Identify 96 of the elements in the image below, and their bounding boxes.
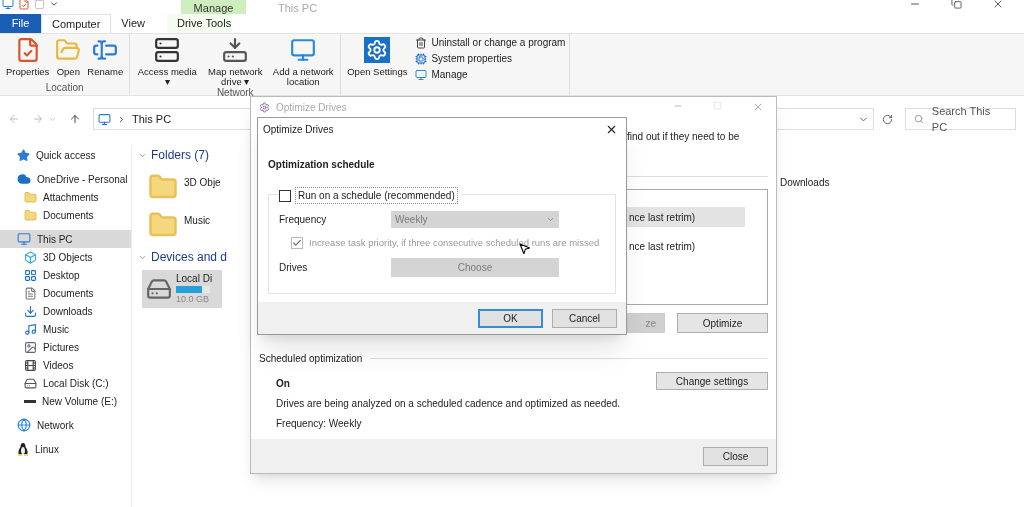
document-icon: [24, 286, 37, 300]
section-heading: Devices and d: [151, 249, 228, 266]
back-icon[interactable]: [8, 113, 20, 125]
nav-item[interactable]: Documents: [0, 284, 131, 302]
ribbon-button[interactable]: Map network drive ▾: [202, 37, 269, 87]
ribbon-button[interactable]: Open: [53, 37, 84, 77]
nav-item[interactable]: This PC: [0, 230, 131, 248]
video-icon: [24, 358, 37, 372]
nav-item[interactable]: Pictures: [0, 338, 131, 356]
group-label: Location: [44, 82, 85, 95]
picture-icon: [24, 340, 37, 354]
section-heading: Folders (7): [151, 147, 209, 164]
schedule-state: On: [276, 377, 291, 391]
field-label: Frequency: [279, 213, 328, 227]
dialog-title: Optimize Drives: [263, 123, 334, 137]
up-icon[interactable]: [69, 113, 81, 125]
schedule-frequency: Frequency: Weekly: [276, 417, 363, 431]
nav-item[interactable]: Quick access: [0, 146, 131, 164]
search-icon: [914, 114, 924, 124]
drive-name: Local Di: [176, 272, 213, 287]
dialog-button[interactable]: Cancel: [552, 308, 617, 328]
section-heading: Optimization schedule: [268, 158, 376, 172]
schedule-description: Drives are being analyzed on a scheduled cadence and optimized as needed.: [276, 397, 622, 411]
field-label: Drives: [279, 261, 309, 276]
window-title: Optimize Drives: [276, 100, 347, 115]
change-settings-button[interactable]: Change settings: [656, 372, 768, 390]
monitor-icon: [17, 232, 31, 246]
close-icon[interactable]: [605, 123, 618, 136]
cloud-icon: [17, 172, 31, 186]
folder-icon: [24, 208, 37, 222]
ribbon-button[interactable]: Add a network location: [270, 37, 337, 87]
rename-icon: [92, 37, 119, 63]
folder-name[interactable]: 3D Obje: [184, 175, 221, 190]
nav-item[interactable]: Network: [0, 416, 131, 434]
music-icon: [24, 322, 37, 336]
restore-icon[interactable]: [951, 0, 962, 9]
star-icon: [17, 148, 30, 162]
ribbon-tab[interactable]: Drive Tools: [166, 14, 232, 33]
system-icon: [415, 53, 428, 65]
checkbox-label[interactable]: Run on a schedule (recommended): [295, 187, 458, 204]
properties-icon[interactable]: [18, 0, 30, 10]
maximize-icon[interactable]: [713, 101, 722, 110]
close-button[interactable]: Close: [703, 446, 768, 466]
dialog-button[interactable]: Optimize: [677, 313, 768, 333]
ribbon-small-button[interactable]: System properties: [415, 53, 566, 65]
ribbon-small-button[interactable]: Uninstall or change a program: [415, 37, 566, 49]
ribbon-tab[interactable]: Computer: [41, 14, 112, 33]
drive-icon: [146, 276, 172, 302]
ribbon-tab[interactable]: View: [111, 14, 155, 33]
drive-size: 10.0 GB: [176, 293, 211, 307]
folder-name[interactable]: Music: [184, 213, 211, 228]
folder-icon: [24, 190, 37, 204]
network-icon: [17, 418, 31, 432]
nav-item[interactable]: Attachments: [0, 188, 131, 206]
nav-item[interactable]: OneDrive - Personal: [0, 170, 131, 188]
customize-icon[interactable]: [49, 0, 59, 9]
nav-item[interactable]: Desktop: [0, 266, 131, 284]
network-drive-icon: [222, 37, 249, 63]
nav-item[interactable]: 3D Objects: [0, 248, 131, 266]
group-label: Network: [215, 87, 255, 100]
folder-name[interactable]: Downloads: [780, 175, 830, 190]
computer-icon[interactable]: [2, 0, 14, 10]
app-icon: [259, 101, 270, 113]
download-icon: [24, 304, 37, 318]
nav-item[interactable]: Music: [0, 320, 131, 338]
dialog-button[interactable]: OK: [478, 308, 543, 328]
nav-item[interactable]: Linux: [0, 440, 131, 458]
ribbon-button[interactable]: Properties: [4, 37, 52, 77]
drive-row[interactable]: nce last retrim): [627, 207, 745, 227]
drive-tile[interactable]: Local Di 10.0 GB: [142, 270, 222, 308]
ribbon-small-button[interactable]: Manage: [415, 69, 566, 81]
forward-icon[interactable]: [32, 113, 44, 125]
nav-item[interactable]: Documents: [0, 206, 131, 224]
section-heading: Scheduled optimization: [259, 352, 363, 366]
folder-icon: [55, 37, 82, 63]
drive-icon: [24, 399, 36, 403]
penguin-icon: [17, 442, 29, 456]
cube-icon: [24, 250, 37, 264]
nav-item[interactable]: New Volume (E:): [0, 392, 131, 410]
window-title: This PC: [278, 1, 318, 16]
nav-item[interactable]: Videos: [0, 356, 131, 374]
settings-icon: [364, 37, 391, 63]
ribbon-button[interactable]: Access media ▾: [134, 37, 201, 87]
ribbon-button[interactable]: Open Settings: [345, 37, 410, 77]
contextual-tab-group: Manage: [181, 0, 246, 14]
intro-text: find out if they need to be: [627, 130, 741, 144]
search-field[interactable]: Search This PC: [905, 108, 1016, 130]
nav-item[interactable]: Local Disk (C:): [0, 374, 131, 392]
drive-row[interactable]: nce last retrim): [627, 236, 745, 256]
refresh-icon[interactable]: [882, 113, 893, 125]
ribbon-tab[interactable]: File: [0, 14, 41, 33]
new-folder-icon[interactable]: [34, 0, 45, 10]
checkbox[interactable]: [279, 189, 291, 202]
nav-item[interactable]: Downloads: [0, 302, 131, 320]
close-icon[interactable]: [992, 0, 1004, 10]
ribbon-button[interactable]: Rename: [85, 37, 126, 77]
